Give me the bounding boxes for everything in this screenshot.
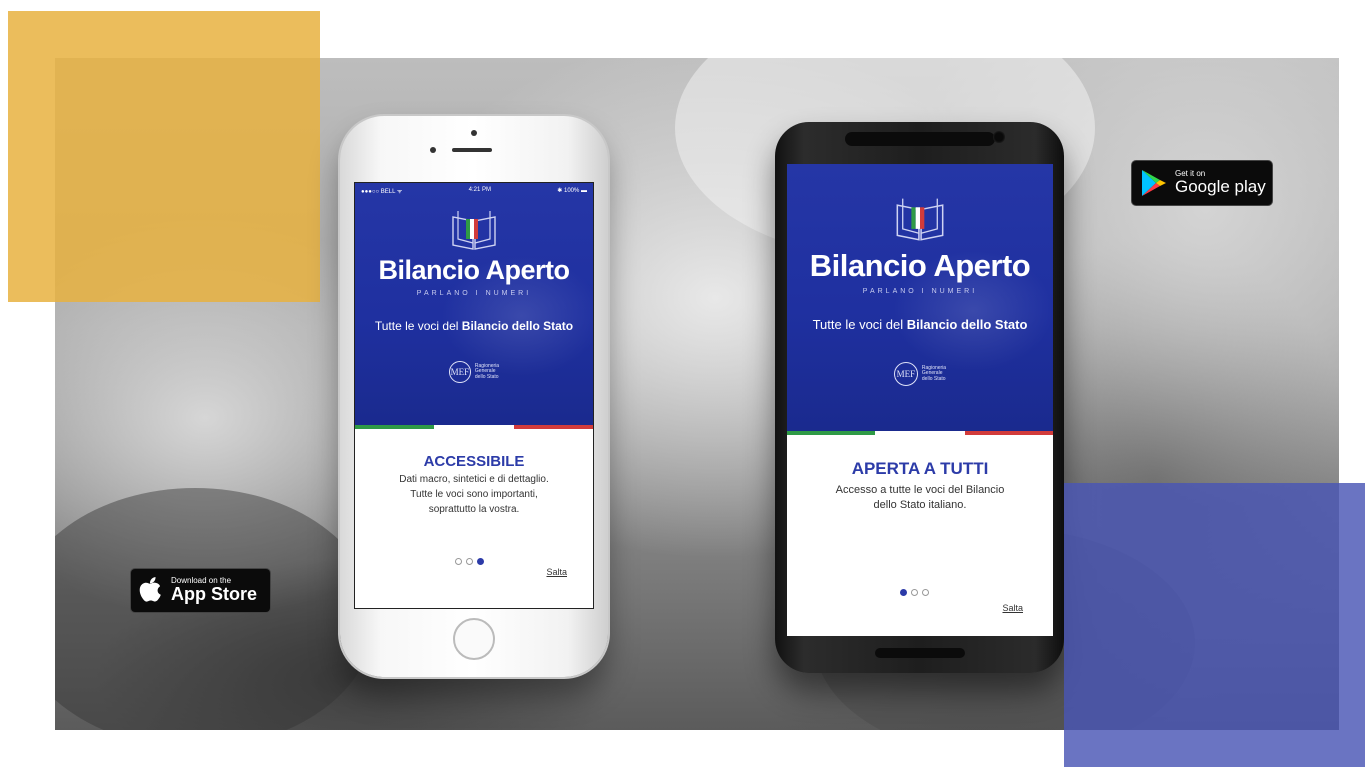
card-description: Accesso a tutte le voci del Bilancio del… [787, 483, 1053, 513]
iphone-mockup: ●●●○○ BELL ᯤ 4:21 PM ✱ 100% ▬ Bilancio A… [340, 116, 608, 677]
status-time: 4:21 PM [468, 187, 492, 193]
mef-org-name: Ragioneria Generale dello Stato [921, 365, 946, 383]
card-line: Tutte le voci sono importanti, [410, 489, 538, 500]
page-indicator [455, 558, 484, 565]
app-hero: ●●●○○ BELL ᯤ 4:21 PM ✱ 100% ▬ Bilancio A… [355, 183, 593, 425]
google-play-badge[interactable]: Get it on Google play [1132, 161, 1272, 205]
app-store-badge[interactable]: Download on the App Store [131, 569, 270, 612]
apple-icon [139, 576, 161, 602]
app-tagline: Tutte le voci del Bilancio dello Stato [787, 317, 1053, 332]
app-store-text: Download on the App Store [171, 577, 257, 604]
card-heading: ACCESSIBILE [423, 453, 525, 470]
page-indicator [900, 589, 929, 596]
play-triangle-icon [1142, 170, 1166, 196]
indigo-accent-square [1064, 483, 1365, 767]
google-play-text: Get it on Google play [1175, 170, 1266, 196]
card-line: Accesso a tutte le voci del Bilancio [835, 484, 1005, 496]
app-subtitle: PARLANO I NUMERI [862, 288, 978, 295]
mef-emblem: MEF [893, 362, 918, 386]
google-play-big-text: Google play [1175, 177, 1266, 197]
card-line: Dati macro, sintetici e di dettaglio. [399, 474, 549, 485]
page-dot[interactable] [911, 589, 918, 596]
iphone-sensor [430, 147, 436, 153]
open-book-logo-icon [452, 211, 496, 250]
iphone-speaker [452, 148, 492, 152]
card-line: soprattutto la vostra. [428, 504, 520, 515]
iphone-camera [471, 130, 477, 136]
android-bottom-speaker [875, 648, 965, 658]
tagline-bold-text: Bilancio dello Stato [461, 319, 574, 333]
promo-stage: ●●●○○ BELL ᯤ 4:21 PM ✱ 100% ▬ Bilancio A… [0, 0, 1365, 767]
page-dot[interactable] [922, 589, 929, 596]
mef-org-line: dello Stato [474, 373, 499, 380]
mef-org-name: Ragioneria Generale dello Stato [474, 363, 499, 381]
page-dot[interactable] [466, 558, 473, 565]
iphone-screen: ●●●○○ BELL ᯤ 4:21 PM ✱ 100% ▬ Bilancio A… [354, 182, 594, 609]
mef-logo: MEF Ragioneria Generale dello Stato [355, 361, 593, 383]
status-carrier: ●●●○○ BELL ᯤ [361, 189, 403, 195]
onboarding-card: APERTA A TUTTI Accesso a tutte le voci d… [787, 435, 1053, 636]
tagline-text: Tutte le voci del [812, 317, 907, 332]
app-title: Bilancio Aperto [809, 248, 1031, 283]
app-tagline: Tutte le voci del Bilancio dello Stato [355, 319, 593, 333]
app-subtitle: PARLANO I NUMERI [416, 290, 532, 297]
skip-link[interactable]: Salta [1002, 603, 1023, 613]
status-bar: ●●●○○ BELL ᯤ 4:21 PM ✱ 100% ▬ [355, 183, 593, 195]
card-heading: APERTA A TUTTI [851, 459, 989, 478]
tagline-text: Tutte le voci del [374, 319, 462, 333]
mef-org-line: dello Stato [921, 375, 946, 382]
app-store-big-text: App Store [171, 584, 258, 605]
page-dot-active[interactable] [900, 589, 907, 596]
skip-link[interactable]: Salta [546, 567, 567, 577]
android-speaker [845, 132, 995, 146]
yellow-accent-square [8, 11, 320, 302]
page-dot[interactable] [455, 558, 462, 565]
tagline-bold-text: Bilancio dello Stato [906, 317, 1028, 332]
page-dot-active[interactable] [477, 558, 484, 565]
open-book-logo-icon [896, 198, 944, 241]
app-title: Bilancio Aperto [378, 255, 570, 285]
status-battery: ✱ 100% ▬ [557, 188, 587, 194]
android-mockup: Bilancio Aperto PARLANO I NUMERI Tutte l… [775, 122, 1064, 673]
mef-logo: MEF Ragioneria Generale dello Stato [787, 362, 1053, 386]
onboarding-card: ACCESSIBILE Dati macro, sintetici e di d… [355, 429, 593, 608]
app-hero: Bilancio Aperto PARLANO I NUMERI Tutte l… [787, 164, 1053, 431]
android-camera [993, 131, 1005, 143]
home-button[interactable] [453, 618, 495, 660]
card-description: Dati macro, sintetici e di dettaglio. Tu… [355, 472, 593, 517]
card-line: dello Stato italiano. [873, 499, 967, 511]
mef-emblem: MEF [448, 361, 471, 383]
android-screen: Bilancio Aperto PARLANO I NUMERI Tutte l… [787, 164, 1053, 636]
